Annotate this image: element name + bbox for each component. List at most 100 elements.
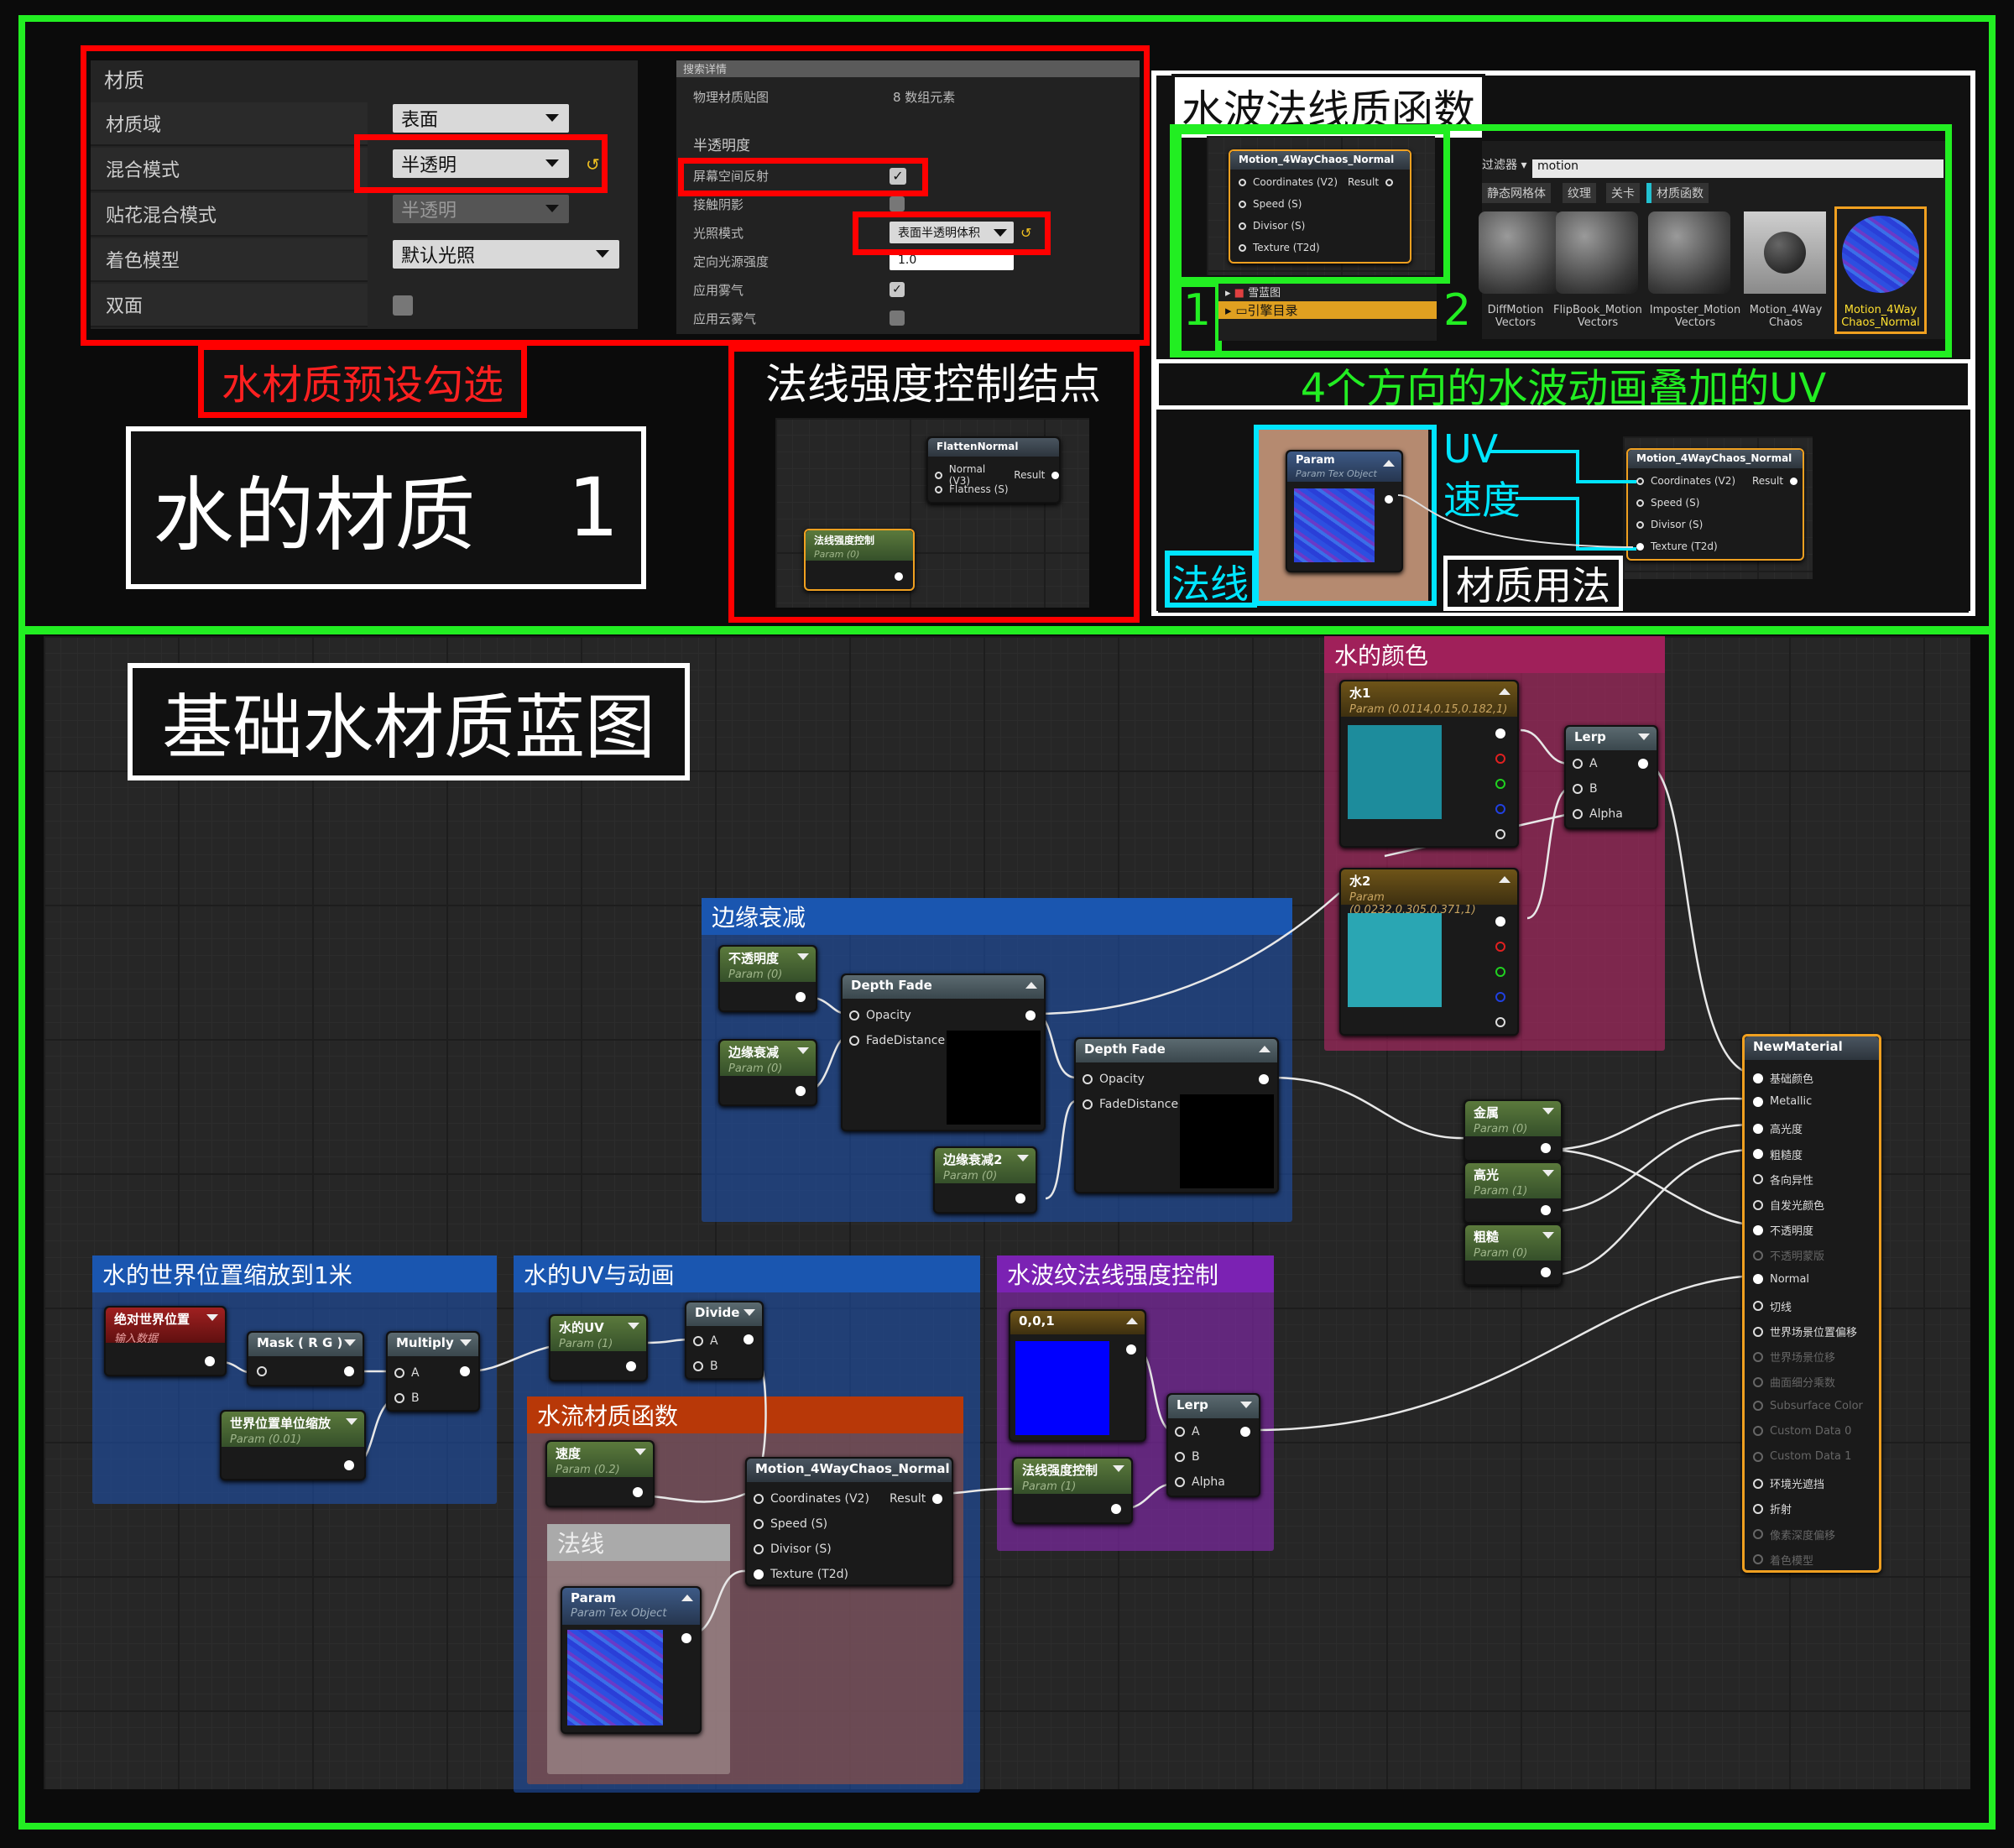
output-pin-icon[interactable] xyxy=(1541,1143,1551,1153)
tree-item-engine[interactable]: ▸ ▭引擎目录 xyxy=(1218,301,1437,319)
output-g-pin[interactable] xyxy=(1495,967,1505,977)
roughness-param-node[interactable]: 粗糙 Param (0) xyxy=(1464,1224,1563,1286)
material-input-pin[interactable]: 环境光遮挡 xyxy=(1753,1475,1824,1491)
output-pin-icon[interactable] xyxy=(1126,1344,1136,1355)
normal-tex-object-node[interactable]: Param Param Tex Object xyxy=(561,1586,702,1734)
specular-param-node[interactable]: 高光 Param (1) xyxy=(1464,1162,1563,1224)
depth-fade-node-1[interactable]: Depth Fade Opacity FadeDistance xyxy=(841,974,1046,1131)
collapse-icon[interactable] xyxy=(1240,1402,1252,1408)
world-scale-param-node[interactable]: 世界位置单位缩放 Param (0.01) xyxy=(220,1410,366,1480)
material-input-pin[interactable]: 基础颜色 xyxy=(1753,1070,1813,1086)
output-pin-icon[interactable] xyxy=(344,1366,354,1376)
material-input-pin[interactable]: Metallic xyxy=(1753,1095,1812,1108)
output-pin-icon[interactable] xyxy=(1385,495,1393,504)
output-pin-icon[interactable] xyxy=(1541,1267,1551,1277)
collapse-icon[interactable] xyxy=(744,1309,755,1316)
collapse-icon[interactable] xyxy=(681,1595,693,1601)
usage-fn-node[interactable]: Motion_4WayChaos_Normal Coordinates (V2)… xyxy=(1626,448,1804,561)
collapse-icon[interactable] xyxy=(346,1418,357,1425)
material-input-pin[interactable]: 高光度 xyxy=(1753,1120,1803,1136)
collapse-icon[interactable] xyxy=(1383,460,1395,467)
edge-fade-param-node[interactable]: 边缘衰减 Param (0) xyxy=(718,1039,817,1106)
material-input-pin[interactable]: Custom Data 1 xyxy=(1753,1450,1851,1463)
material-input-pin[interactable]: Custom Data 0 xyxy=(1753,1425,1851,1438)
pin-texture[interactable]: Texture (T2d) xyxy=(1636,540,1718,552)
pin-result[interactable]: Result xyxy=(1348,176,1394,188)
tab-static-mesh[interactable]: 静态网格体 xyxy=(1482,183,1551,203)
pin-a[interactable]: A xyxy=(693,1334,718,1348)
output-pin-icon[interactable] xyxy=(1015,1193,1025,1203)
metallic-param-node[interactable]: 金属 Param (0) xyxy=(1464,1099,1563,1162)
pin-a[interactable]: A xyxy=(1175,1425,1200,1438)
output-pin-icon[interactable] xyxy=(1025,1010,1036,1021)
collapse-icon[interactable] xyxy=(1113,1465,1124,1472)
pin-a[interactable]: A xyxy=(1573,757,1598,770)
output-pin-icon[interactable] xyxy=(1111,1504,1121,1514)
output-pin-icon[interactable] xyxy=(1240,1427,1250,1437)
pin-fade-distance[interactable]: FadeDistance xyxy=(1083,1098,1178,1111)
pin-coordinates[interactable]: Coordinates (V2) xyxy=(754,1492,869,1506)
material-input-pin[interactable]: 世界场景位置偏移 xyxy=(1753,1323,1857,1339)
pin-result[interactable]: Result xyxy=(890,1492,943,1506)
output-pin-icon[interactable] xyxy=(744,1334,754,1344)
water-uv-param-node[interactable]: 水的UV Param (1) xyxy=(549,1314,648,1381)
collapse-icon[interactable] xyxy=(634,1449,646,1455)
pin-alpha[interactable]: Alpha xyxy=(1573,807,1623,821)
pin-divisor[interactable]: Divisor (S) xyxy=(1239,220,1305,232)
flatten-normal-node[interactable]: FlattenNormal Normal (V3) Result Flatness… xyxy=(926,436,1061,504)
lerp-color-node[interactable]: Lerp A B Alpha xyxy=(1564,725,1658,829)
pin-speed[interactable]: Speed (S) xyxy=(1239,198,1302,210)
output-a-pin[interactable] xyxy=(1495,1017,1505,1027)
pin-fade-distance[interactable]: FadeDistance xyxy=(849,1034,945,1047)
tree-item-blueprint[interactable]: ▸ ■ 雪蓝图 xyxy=(1218,284,1437,300)
new-material-node[interactable]: NewMaterial 基础颜色 Metallic 高光度 粗糙度 各向异性 自发光颜色不… xyxy=(1742,1034,1881,1573)
output-pin-icon[interactable] xyxy=(626,1361,636,1371)
pin-b[interactable]: B xyxy=(394,1391,420,1405)
constant-001-node[interactable]: 0,0,1 xyxy=(1009,1309,1146,1442)
output-pin-icon[interactable] xyxy=(1259,1074,1269,1084)
output-pin-icon[interactable] xyxy=(460,1366,470,1376)
divide-node[interactable]: Divide A B xyxy=(685,1301,764,1380)
output-b-pin[interactable] xyxy=(1495,804,1505,814)
material-input-pin[interactable]: 粗糙度 xyxy=(1753,1146,1803,1162)
material-input-pin[interactable]: 曲面细分乘数 xyxy=(1753,1374,1835,1390)
pin-coordinates[interactable]: Coordinates (V2) xyxy=(1239,176,1338,188)
material-input-pin[interactable]: Subsurface Color xyxy=(1753,1400,1863,1412)
output-pin-icon[interactable] xyxy=(1541,1205,1551,1215)
pin-opacity[interactable]: Opacity xyxy=(849,1009,911,1022)
pin-alpha[interactable]: Alpha xyxy=(1175,1475,1225,1489)
water1-param-node[interactable]: 水1 Param (0.0114,0.15,0.182,1) xyxy=(1339,680,1519,848)
filter-button[interactable]: 过滤器 ▾ xyxy=(1482,156,1526,173)
pin-divisor[interactable]: Divisor (S) xyxy=(754,1543,832,1556)
output-g-pin[interactable] xyxy=(1495,779,1505,789)
output-pin-icon[interactable] xyxy=(895,572,903,581)
material-input-pin[interactable]: 各向异性 xyxy=(1753,1172,1813,1188)
multiply-node[interactable]: Multiply A B xyxy=(386,1331,480,1412)
collapse-icon[interactable] xyxy=(1259,1046,1270,1052)
pin-a[interactable]: A xyxy=(394,1366,420,1380)
motion-4way-chaos-node[interactable]: Motion_4WayChaos_Normal Coordinates (V2)… xyxy=(745,1457,953,1586)
pin-b[interactable]: B xyxy=(1175,1450,1200,1464)
collapse-icon[interactable] xyxy=(1017,1155,1029,1162)
asset-thumb-4[interactable] xyxy=(1744,211,1826,294)
collapse-icon[interactable] xyxy=(797,1047,809,1054)
collapse-icon[interactable] xyxy=(1499,876,1510,883)
edge-fade2-param-node[interactable]: 边缘衰减2 Param (0) xyxy=(933,1146,1037,1214)
output-pin-icon[interactable] xyxy=(344,1460,354,1470)
asset-thumb-3[interactable] xyxy=(1648,211,1730,294)
lerp-normal-node[interactable]: Lerp A B Alpha xyxy=(1166,1393,1260,1497)
speed-param-node[interactable]: 速度 Param (0.2) xyxy=(545,1440,655,1507)
tab-material-function[interactable]: 材质函数 xyxy=(1646,183,1709,203)
material-input-pin[interactable]: 世界场景位移 xyxy=(1753,1349,1835,1365)
pin-texture[interactable]: Texture (T2d) xyxy=(1239,242,1320,253)
output-rgb-pin[interactable] xyxy=(1495,728,1505,739)
collapse-icon[interactable] xyxy=(344,1339,356,1346)
material-input-pin[interactable]: 着色模型 xyxy=(1753,1552,1813,1568)
pin-opacity[interactable]: Opacity xyxy=(1083,1073,1145,1086)
pin-coordinates[interactable]: Coordinates (V2) xyxy=(1636,475,1735,487)
pin-texture[interactable]: Texture (T2d) xyxy=(754,1568,848,1581)
collapse-icon[interactable] xyxy=(1499,688,1510,695)
pin-flatness[interactable]: Flatness (S) xyxy=(935,483,1009,495)
collapse-icon[interactable] xyxy=(1025,982,1037,989)
collapse-icon[interactable] xyxy=(797,953,809,960)
